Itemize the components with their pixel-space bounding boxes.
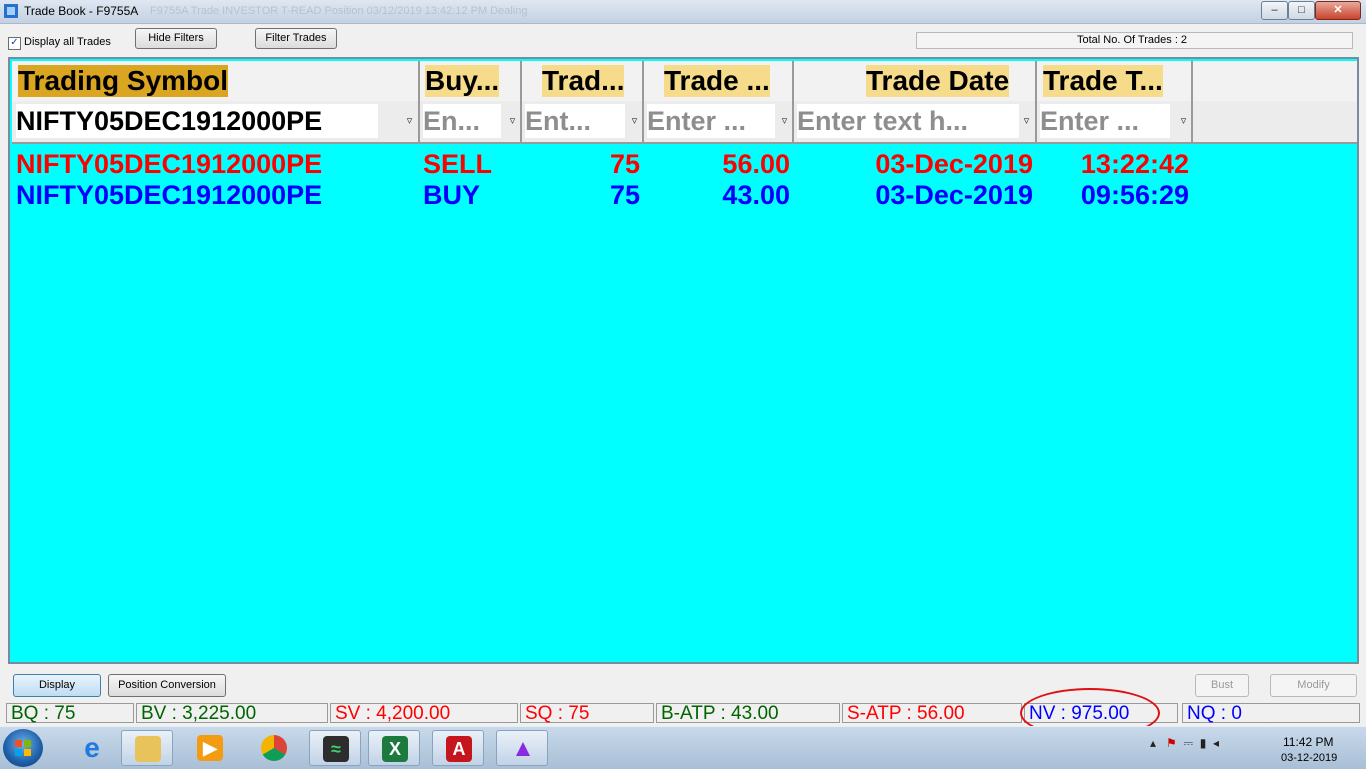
column-header-buy-sell[interactable]: Buy...	[420, 61, 522, 101]
taskbar-pdf-reader[interactable]: A	[432, 730, 484, 766]
show-hidden-icons-icon[interactable]: ▴	[1150, 736, 1156, 750]
status-buy-atp: B-ATP : 43.00	[656, 703, 840, 723]
pdf-reader-icon: A	[446, 736, 472, 762]
filter-input-trade-time[interactable]: Enter ...	[1040, 104, 1170, 138]
trading-terminal-icon: ≈	[323, 736, 349, 762]
total-trades-label: Total No. Of Trades : 2	[1077, 34, 1188, 46]
filter-funnel-icon[interactable]: ▿	[1020, 115, 1033, 128]
cell-price: 56.00	[722, 149, 790, 179]
table-row[interactable]: NIFTY05DEC1912000PE SELL 75 56.00 03-Dec…	[12, 149, 1357, 179]
column-header-label: Trade T...	[1043, 65, 1163, 97]
cell-qty: 75	[609, 149, 640, 179]
filter-cell-trade-price: Enter ... ▿	[644, 101, 794, 142]
action-center-icon[interactable]: ⚑	[1166, 736, 1177, 750]
display-all-label: Display all Trades	[24, 36, 111, 48]
grid-filter-row: NIFTY05DEC1912000PE ▿ En... ▿ Ent... ▿ E…	[12, 101, 1357, 144]
position-conversion-button[interactable]: Position Conversion	[108, 674, 226, 697]
hide-filters-button[interactable]: Hide Filters	[135, 28, 217, 49]
column-header-label: Trading Symbol	[18, 65, 229, 97]
taskbar-file-explorer[interactable]	[121, 730, 173, 766]
cell-qty: 75	[609, 180, 640, 210]
table-row[interactable]: NIFTY05DEC1912000PE BUY 75 43.00 03-Dec-…	[12, 180, 1357, 210]
column-header-label: Trad...	[542, 65, 625, 97]
taskbar-internet-explorer[interactable]: e	[66, 730, 118, 766]
status-sell-value: SV : 4,200.00	[330, 703, 518, 723]
taskbar: e ▶ ≈ X A ▲ ▴ ⚑ ⎓ ▮ ◂ 11:42 PM 03-12-201…	[0, 726, 1366, 769]
display-button[interactable]: Display	[13, 674, 101, 697]
background-window-title: F9755A Trade INVESTOR T-READ Position 03…	[150, 5, 528, 17]
network-icon[interactable]: ▮	[1200, 736, 1207, 750]
volume-icon[interactable]: ◂	[1213, 736, 1219, 750]
chrome-icon	[261, 735, 287, 761]
filter-cell-trade-date: Enter text h... ▿	[794, 101, 1037, 142]
maximize-button[interactable]: □	[1288, 1, 1315, 20]
triangle-app-icon: ▲	[511, 735, 535, 762]
internet-explorer-icon: e	[84, 732, 100, 763]
status-buy-value: BV : 3,225.00	[136, 703, 328, 723]
filter-funnel-icon[interactable]: ▿	[778, 115, 791, 128]
filter-funnel-icon[interactable]: ▿	[403, 115, 416, 128]
cell-symbol: NIFTY05DEC1912000PE	[16, 149, 323, 179]
column-header-label: Trade Date	[866, 65, 1010, 97]
title-bar: Trade Book - F9755A F9755A Trade INVESTO…	[0, 0, 1366, 24]
cell-date: 03-Dec-2019	[875, 149, 1033, 179]
clock-date[interactable]: 03-12-2019	[1281, 752, 1337, 764]
cell-time: 13:22:42	[1080, 149, 1189, 179]
column-header-trade-time[interactable]: Trade T...	[1037, 61, 1193, 101]
filter-trades-button[interactable]: Filter Trades	[255, 28, 337, 49]
system-tray[interactable]: ▴ ⚑ ⎓ ▮ ◂	[1150, 736, 1219, 751]
taskbar-chrome[interactable]	[248, 730, 300, 766]
taskbar-triangle-app[interactable]: ▲	[496, 730, 548, 766]
cell-side: BUY	[423, 180, 481, 210]
cell-price: 43.00	[722, 180, 790, 210]
close-button[interactable]: ✕	[1315, 1, 1361, 20]
column-header-trade-date[interactable]: Trade Date	[794, 61, 1037, 101]
status-sell-atp: S-ATP : 56.00	[842, 703, 1022, 723]
column-header-trading-symbol[interactable]: Trading Symbol	[12, 61, 420, 101]
filter-input-trade-qty[interactable]: Ent...	[525, 104, 625, 138]
status-sell-qty: SQ : 75	[520, 703, 654, 723]
cell-symbol: NIFTY05DEC1912000PE	[16, 180, 323, 210]
column-header-label: Trade ...	[664, 65, 770, 97]
bust-button[interactable]: Bust	[1195, 674, 1249, 697]
column-header-trade-qty[interactable]: Trad...	[522, 61, 644, 101]
filter-input-trading-symbol[interactable]: NIFTY05DEC1912000PE	[16, 104, 378, 138]
status-net-qty: NQ : 0	[1182, 703, 1360, 723]
filter-cell-buy-sell: En... ▿	[420, 101, 522, 142]
taskbar-excel[interactable]: X	[368, 730, 420, 766]
filter-cell-trade-qty: Ent... ▿	[522, 101, 644, 142]
column-header-label: Buy...	[425, 65, 500, 97]
minimize-button[interactable]: –	[1261, 1, 1288, 20]
windows-logo-icon	[15, 740, 31, 756]
start-button[interactable]	[3, 729, 43, 767]
cell-time: 09:56:29	[1080, 180, 1189, 210]
modify-button[interactable]: Modify	[1270, 674, 1357, 697]
trade-grid[interactable]: Trading Symbol Buy... Trad... Trade ... …	[8, 57, 1359, 664]
cell-side: SELL	[423, 149, 493, 179]
status-buy-qty: BQ : 75	[6, 703, 134, 723]
cell-date: 03-Dec-2019	[875, 180, 1033, 210]
power-icon[interactable]: ⎓	[1183, 736, 1193, 750]
media-player-icon: ▶	[197, 735, 223, 761]
taskbar-media-player[interactable]: ▶	[184, 730, 236, 766]
clock-time[interactable]: 11:42 PM	[1283, 735, 1333, 749]
filter-funnel-icon[interactable]: ▿	[1177, 115, 1190, 128]
filter-cell-trade-time: Enter ... ▿	[1037, 101, 1193, 142]
grid-header-row: Trading Symbol Buy... Trad... Trade ... …	[12, 61, 1357, 101]
app-icon	[4, 4, 18, 18]
display-all-checkbox[interactable]: ✓	[8, 37, 21, 50]
filter-cell-trading-symbol: NIFTY05DEC1912000PE ▿	[12, 101, 420, 142]
column-header-trade-price[interactable]: Trade ...	[644, 61, 794, 101]
filter-input-trade-price[interactable]: Enter ...	[647, 104, 775, 138]
filter-input-buy-sell[interactable]: En...	[423, 104, 501, 138]
window-title: Trade Book - F9755A	[24, 4, 139, 18]
excel-icon: X	[382, 736, 408, 762]
file-explorer-icon	[135, 736, 161, 762]
filter-funnel-icon[interactable]: ▿	[506, 115, 519, 128]
filter-funnel-icon[interactable]: ▿	[628, 115, 641, 128]
taskbar-trading-terminal[interactable]: ≈	[309, 730, 361, 766]
filter-input-trade-date[interactable]: Enter text h...	[797, 104, 1019, 138]
